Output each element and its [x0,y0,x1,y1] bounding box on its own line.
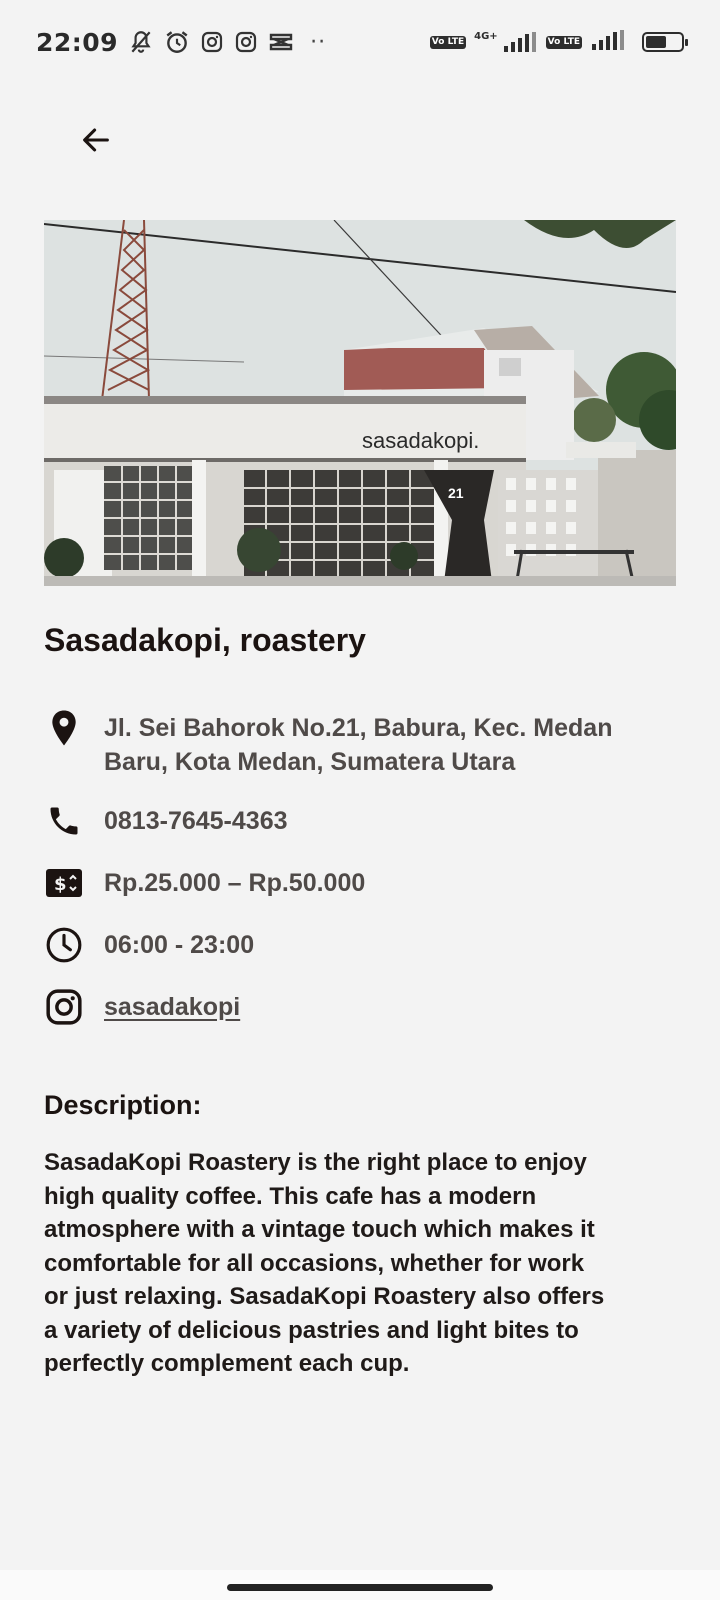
instagram-icon [200,30,224,54]
home-indicator[interactable] [227,1584,493,1591]
instagram-icon [234,30,258,54]
description-line: or just relaxing. SasadaKopi Roastery al… [44,1283,605,1310]
svg-text:$: $ [54,874,67,895]
volte-badge-sim2: Vo LTE [545,35,582,49]
price-tag-icon: $ [44,863,84,903]
phone-row[interactable]: 0813-7645-4363 [44,801,684,841]
arrow-left-icon [83,128,109,152]
hours-row: 06:00 - 23:00 [44,925,684,965]
place-title: Sasadakopi, roastery [44,622,366,658]
address-line-2: Baru, Kota Medan, Sumatera Utara [104,748,516,776]
phone-icon [44,801,84,841]
back-button[interactable] [70,114,122,166]
description-text: SasadaKopi Roastery is the right place t… [44,1146,684,1381]
place-photo: sasadakopi. 21 [44,220,676,586]
description-line: a variety of delicious pastries and ligh… [44,1316,579,1344]
battery-level [646,36,667,48]
notifications-muted-icon [128,29,154,55]
description-line: comfortable for all occasions, whether f… [44,1249,585,1277]
phone-number[interactable]: 0813-7645-4363 [104,801,288,838]
volte-badge: Vo LTE [429,35,467,49]
cafe-sign: sasadakopi. [362,428,479,453]
status-time: 22:09 [36,27,119,57]
price-row: $ Rp.25.000 – Rp.50.000 [44,863,684,903]
description-line: high quality coffee. This cafe has a mod… [44,1182,537,1210]
signal-icon: 4G+ [474,32,538,52]
network-type-label: 4G+ [474,31,498,42]
clock-icon [44,925,84,965]
description-line: SasadaKopi Roastery is the right place t… [44,1149,587,1176]
location-pin-icon [44,708,84,748]
signal-icon-sim2 [590,30,626,54]
description-line: perfectly complement each cup. [44,1350,410,1377]
instagram-icon [44,987,84,1027]
status-system-icons: Vo LTE 4G+ Vo LTE [429,30,688,54]
instagram-row[interactable]: sasadakopi [44,987,684,1027]
status-notification-icons: ·· [128,29,326,55]
place-detail-screen: 22:09 ·· Vo LTE 4G+ Vo LTE sasadakopi. 2… [0,0,720,1600]
status-bar: 22:09 ·· Vo LTE 4G+ Vo LTE [0,0,720,84]
capcut-icon [268,30,294,54]
address-row: Jl. Sei Bahorok No.21, Babura, Kec. Meda… [44,708,684,779]
place-info-list: Jl. Sei Bahorok No.21, Babura, Kec. Meda… [44,708,684,1049]
address-text: Jl. Sei Bahorok No.21, Babura, Kec. Meda… [104,708,612,779]
house-number: 21 [448,485,464,501]
battery-icon [642,32,688,52]
price-range: Rp.25.000 – Rp.50.000 [104,869,366,897]
opening-hours: 06:00 - 23:00 [104,931,255,959]
description-line: atmosphere with a vintage touch which ma… [44,1216,595,1243]
more-notifications-indicator: ·· [310,29,327,55]
alarm-icon [164,29,190,55]
description-heading: Description: [44,1090,202,1120]
instagram-link[interactable]: sasadakopi [104,987,240,1024]
address-line-1: Jl. Sei Bahorok No.21, Babura, Kec. Meda… [104,714,613,742]
